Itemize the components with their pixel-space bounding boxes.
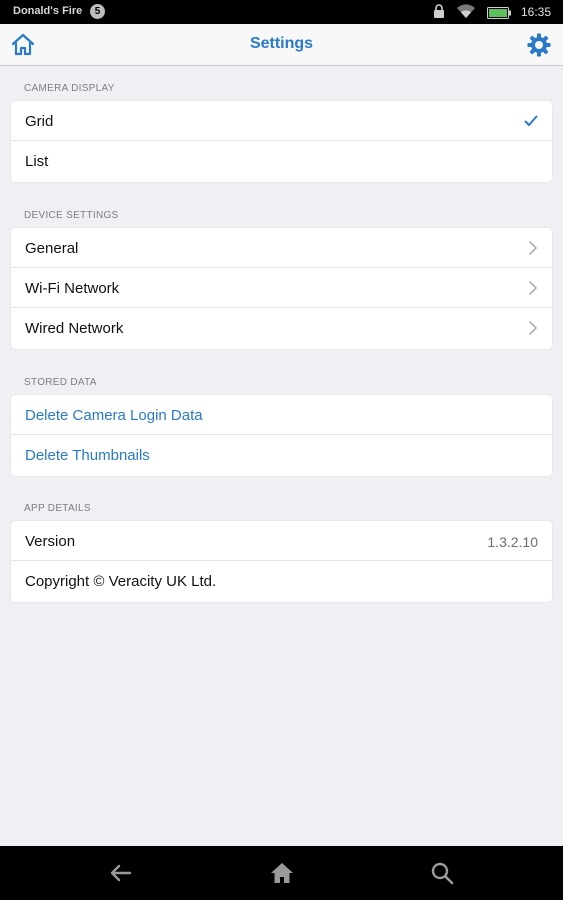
device-name: Donald's Fire bbox=[13, 5, 83, 17]
row-version: Version 1.3.2.10 bbox=[11, 521, 552, 561]
row-label: Wi-Fi Network bbox=[25, 280, 120, 297]
row-wired-network[interactable]: Wired Network bbox=[11, 308, 552, 349]
search-icon bbox=[431, 862, 454, 885]
row-label: General bbox=[25, 240, 79, 257]
battery-icon bbox=[487, 6, 511, 24]
chevron-right-icon bbox=[528, 320, 538, 341]
action-label: Delete Camera Login Data bbox=[25, 407, 203, 424]
system-nav-bar bbox=[0, 846, 563, 900]
page-title: Settings bbox=[249, 35, 314, 52]
delete-camera-login-data-button[interactable]: Delete Camera Login Data bbox=[11, 395, 552, 435]
settings-button[interactable] bbox=[526, 32, 552, 58]
home-icon bbox=[271, 863, 293, 883]
option-label: Grid bbox=[25, 113, 54, 130]
chevron-right-icon bbox=[528, 280, 538, 301]
lock-icon bbox=[433, 4, 445, 24]
row-general[interactable]: General bbox=[11, 228, 552, 268]
camera-display-group: Grid List bbox=[11, 101, 552, 182]
notification-icon: 5 bbox=[90, 4, 105, 19]
option-list[interactable]: List bbox=[11, 141, 552, 182]
back-button[interactable] bbox=[108, 860, 134, 886]
nav-bar: Settings bbox=[0, 24, 563, 66]
gear-icon bbox=[527, 33, 551, 57]
section-header-stored-data: STORED DATA bbox=[24, 377, 97, 388]
copyright-text: Copyright © Veracity UK Ltd. bbox=[25, 573, 217, 590]
clock: 16:35 bbox=[520, 5, 551, 19]
system-home-button[interactable] bbox=[269, 860, 295, 886]
option-label: List bbox=[25, 153, 49, 170]
row-wifi-network[interactable]: Wi-Fi Network bbox=[11, 268, 552, 308]
option-grid[interactable]: Grid bbox=[11, 101, 552, 141]
delete-thumbnails-button[interactable]: Delete Thumbnails bbox=[11, 435, 552, 476]
row-label: Version bbox=[25, 533, 76, 550]
version-value: 1.3.2.10 bbox=[487, 534, 538, 550]
back-arrow-icon bbox=[110, 864, 132, 882]
checkmark-icon bbox=[524, 114, 538, 132]
section-header-app-details: APP DETAILS bbox=[24, 503, 91, 514]
section-header-device-settings: DEVICE SETTINGS bbox=[24, 210, 119, 221]
chevron-right-icon bbox=[528, 240, 538, 261]
search-button[interactable] bbox=[429, 860, 455, 886]
stored-data-group: Delete Camera Login Data Delete Thumbnai… bbox=[11, 395, 552, 476]
row-label: Wired Network bbox=[25, 320, 124, 337]
action-label: Delete Thumbnails bbox=[25, 447, 150, 464]
row-copyright: Copyright © Veracity UK Ltd. bbox=[11, 561, 552, 602]
section-header-camera-display: CAMERA DISPLAY bbox=[24, 83, 115, 94]
wifi-icon bbox=[456, 4, 476, 24]
device-settings-group: General Wi-Fi Network Wired Network bbox=[11, 228, 552, 349]
status-bar: Donald's Fire 5 16:35 bbox=[0, 0, 563, 24]
app-details-group: Version 1.3.2.10 Copyright © Veracity UK… bbox=[11, 521, 552, 602]
